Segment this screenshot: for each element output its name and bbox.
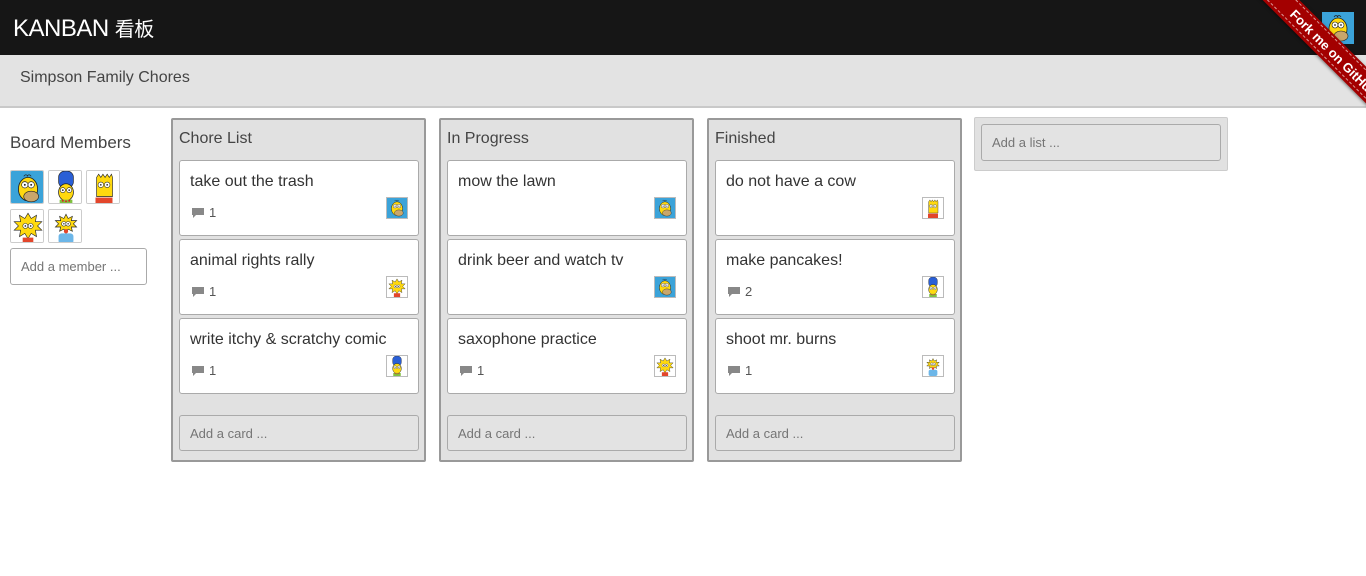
card-assignee-homer[interactable]	[654, 197, 676, 219]
member-avatar-bart[interactable]	[86, 170, 120, 204]
card-assignee-homer[interactable]	[386, 197, 408, 219]
card-assignee-marge[interactable]	[922, 276, 944, 298]
comment-count: 1	[745, 363, 753, 378]
marge-avatar-icon	[49, 171, 82, 204]
card-assignee-homer[interactable]	[654, 276, 676, 298]
homer-avatar-icon	[11, 171, 44, 204]
card[interactable]: do not have a cow	[715, 160, 955, 236]
card[interactable]: animal rights rally 1	[179, 239, 419, 315]
card-assignee-bart[interactable]	[922, 197, 944, 219]
fork-me-on-github-link[interactable]: Fork me on GitHub	[1254, 0, 1366, 133]
marge-avatar-icon	[923, 277, 943, 297]
comment-count: 1	[209, 363, 217, 378]
list-title[interactable]: In Progress	[447, 129, 529, 149]
maggie-avatar-icon	[923, 356, 943, 376]
homer-avatar-icon	[387, 198, 407, 218]
brand-name: KANBAN	[13, 15, 109, 42]
member-avatar-homer[interactable]	[10, 170, 44, 204]
comment-icon	[191, 365, 205, 377]
list-finished: Finished do not have a cow make pancakes…	[707, 118, 962, 462]
card[interactable]: shoot mr. burns 1	[715, 318, 955, 394]
fork-ribbon: Fork me on GitHub	[1226, 0, 1366, 140]
bart-avatar-icon	[923, 198, 943, 218]
card[interactable]: saxophone practice 1	[447, 318, 687, 394]
board-members-panel: Board Members	[10, 132, 150, 285]
card[interactable]: make pancakes! 2	[715, 239, 955, 315]
list-title[interactable]: Finished	[715, 129, 775, 149]
homer-avatar-icon	[655, 198, 675, 218]
card-comments: 1	[191, 364, 216, 378]
member-avatar-lisa[interactable]	[10, 209, 44, 243]
card-comments: 1	[727, 364, 752, 378]
member-avatar-marge[interactable]	[48, 170, 82, 204]
card-title: write itchy & scratchy comic	[190, 331, 387, 348]
board-title[interactable]: Simpson Family Chores	[20, 68, 190, 88]
maggie-avatar-icon	[49, 210, 82, 243]
card-title: shoot mr. burns	[726, 331, 837, 348]
add-list-input[interactable]	[981, 124, 1221, 161]
comment-icon	[191, 207, 205, 219]
comment-icon	[459, 365, 473, 377]
card-comments: 1	[191, 206, 216, 220]
board-header: Simpson Family Chores	[0, 55, 1366, 108]
app-logo[interactable]: KANBAN 看板	[13, 14, 154, 44]
list-title[interactable]: Chore List	[179, 129, 252, 149]
comment-count: 1	[209, 284, 217, 299]
card-assignee-marge[interactable]	[386, 355, 408, 377]
card-comments: 1	[191, 285, 216, 299]
card-title: drink beer and watch tv	[458, 252, 624, 269]
add-card-input[interactable]	[447, 415, 687, 451]
comment-count: 2	[745, 284, 753, 299]
lisa-avatar-icon	[655, 356, 675, 376]
comment-icon	[727, 286, 741, 298]
board-members-title: Board Members	[10, 133, 131, 152]
card-title: animal rights rally	[190, 252, 315, 269]
top-navbar: KANBAN 看板	[0, 0, 1366, 55]
card-comments: 1	[459, 364, 484, 378]
bart-avatar-icon	[87, 171, 120, 204]
card-title: do not have a cow	[726, 173, 856, 190]
card-assignee-lisa[interactable]	[386, 276, 408, 298]
comment-icon	[191, 286, 205, 298]
card[interactable]: mow the lawn	[447, 160, 687, 236]
comment-count: 1	[209, 205, 217, 220]
card-title: saxophone practice	[458, 331, 597, 348]
card-title: mow the lawn	[458, 173, 556, 190]
brand-cjk: 看板	[114, 17, 155, 41]
card-assignee-maggie[interactable]	[922, 355, 944, 377]
add-card-input[interactable]	[715, 415, 955, 451]
add-list-panel	[974, 117, 1228, 171]
member-avatar-maggie[interactable]	[48, 209, 82, 243]
card[interactable]: drink beer and watch tv	[447, 239, 687, 315]
list-chore-list: Chore List take out the trash 1 animal r…	[171, 118, 426, 462]
marge-avatar-icon	[387, 356, 407, 376]
card[interactable]: write itchy & scratchy comic 1	[179, 318, 419, 394]
homer-avatar-icon	[655, 277, 675, 297]
card[interactable]: take out the trash 1	[179, 160, 419, 236]
list-in-progress: In Progress mow the lawn drink beer and …	[439, 118, 694, 462]
comment-count: 1	[477, 363, 485, 378]
ribbon-label: Fork me on GitHub	[1287, 6, 1366, 100]
comment-icon	[727, 365, 741, 377]
add-member-input[interactable]	[10, 248, 147, 285]
card-title: take out the trash	[190, 173, 314, 190]
card-comments: 2	[727, 285, 752, 299]
add-card-input[interactable]	[179, 415, 419, 451]
card-assignee-lisa[interactable]	[654, 355, 676, 377]
lisa-avatar-icon	[387, 277, 407, 297]
card-title: make pancakes!	[726, 252, 843, 269]
lisa-avatar-icon	[11, 210, 44, 243]
